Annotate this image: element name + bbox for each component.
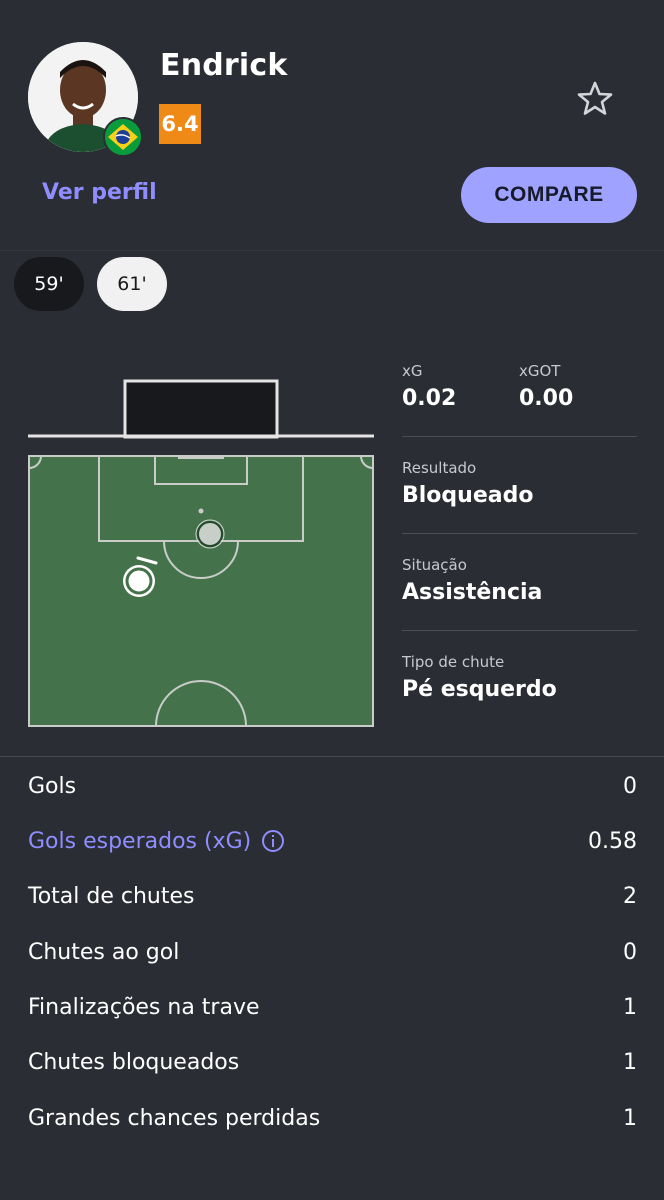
player-header: Endrick 6.4 Ver perfil COMPARE — [0, 0, 664, 250]
xg-label: xG — [402, 362, 423, 380]
stat-value: 0 — [623, 939, 637, 965]
stat-label: Grandes chances perdidas — [28, 1105, 321, 1131]
player-name: Endrick — [160, 48, 288, 83]
stat-label: Chutes bloqueados — [28, 1049, 240, 1075]
stat-row-shots-on-target: Chutes ao gol 0 — [28, 932, 637, 972]
compare-button[interactable]: COMPARE — [461, 167, 637, 223]
divider — [0, 250, 664, 251]
xg-row: xG 0.02 xGOT 0.00 — [402, 360, 637, 436]
stat-label: Chutes ao gol — [28, 939, 180, 965]
result-label: Resultado — [402, 459, 477, 477]
situation-block: Situação Assistência — [402, 556, 637, 605]
stat-value: 1 — [623, 1105, 637, 1131]
info-icon[interactable] — [261, 829, 285, 853]
player-shot-sheet: Endrick 6.4 Ver perfil COMPARE 59' 61' x… — [0, 0, 664, 1200]
expected-goals-link[interactable]: Gols esperados (xG) — [28, 829, 285, 854]
stat-label: Finalizações na trave — [28, 994, 260, 1020]
stat-row-big-chances-missed: Grandes chances perdidas 1 — [28, 1098, 637, 1138]
brazil-flag-icon — [103, 117, 143, 157]
stat-value: 0.58 — [588, 828, 637, 854]
stat-value: 1 — [623, 1049, 637, 1075]
shot-type-block: Tipo de chute Pé esquerdo — [402, 653, 637, 702]
xg-value: 0.02 — [402, 386, 457, 411]
star-outline-icon[interactable] — [574, 78, 616, 120]
stat-label: Total de chutes — [28, 883, 195, 909]
stat-label: Gols — [28, 773, 77, 799]
stat-row-hit-woodwork: Finalizações na trave 1 — [28, 987, 637, 1027]
divider — [402, 630, 637, 631]
divider — [402, 436, 637, 437]
stat-row-total-shots: Total de chutes 2 — [28, 876, 637, 916]
goal-graphic — [28, 379, 374, 439]
situation-value: Assistência — [402, 580, 543, 605]
shot-tab-61[interactable]: 61' — [97, 257, 167, 311]
view-profile-link[interactable]: Ver perfil — [42, 180, 157, 205]
block-marker — [195, 519, 225, 549]
stat-row-expected-goals: Gols esperados (xG) 0.58 — [28, 821, 637, 861]
stat-row-goals: Gols 0 — [28, 766, 637, 806]
pitch-field — [28, 455, 374, 727]
shot-map — [20, 370, 384, 735]
divider — [402, 533, 637, 534]
stat-value: 0 — [623, 773, 637, 799]
shot-type-value: Pé esquerdo — [402, 677, 557, 702]
rating-badge: 6.4 — [159, 104, 201, 144]
shot-type-label: Tipo de chute — [402, 653, 505, 671]
xgot-value: 0.00 — [519, 386, 574, 411]
divider — [0, 756, 664, 757]
situation-label: Situação — [402, 556, 467, 574]
result-block: Resultado Bloqueado — [402, 459, 637, 508]
stat-value: 1 — [623, 994, 637, 1020]
xgot-label: xGOT — [519, 362, 561, 380]
stat-label: Gols esperados (xG) — [28, 828, 252, 854]
result-value: Bloqueado — [402, 483, 534, 508]
shot-tab-59[interactable]: 59' — [14, 257, 84, 311]
stat-row-blocked-shots: Chutes bloqueados 1 — [28, 1042, 637, 1082]
stat-value: 2 — [623, 883, 637, 909]
